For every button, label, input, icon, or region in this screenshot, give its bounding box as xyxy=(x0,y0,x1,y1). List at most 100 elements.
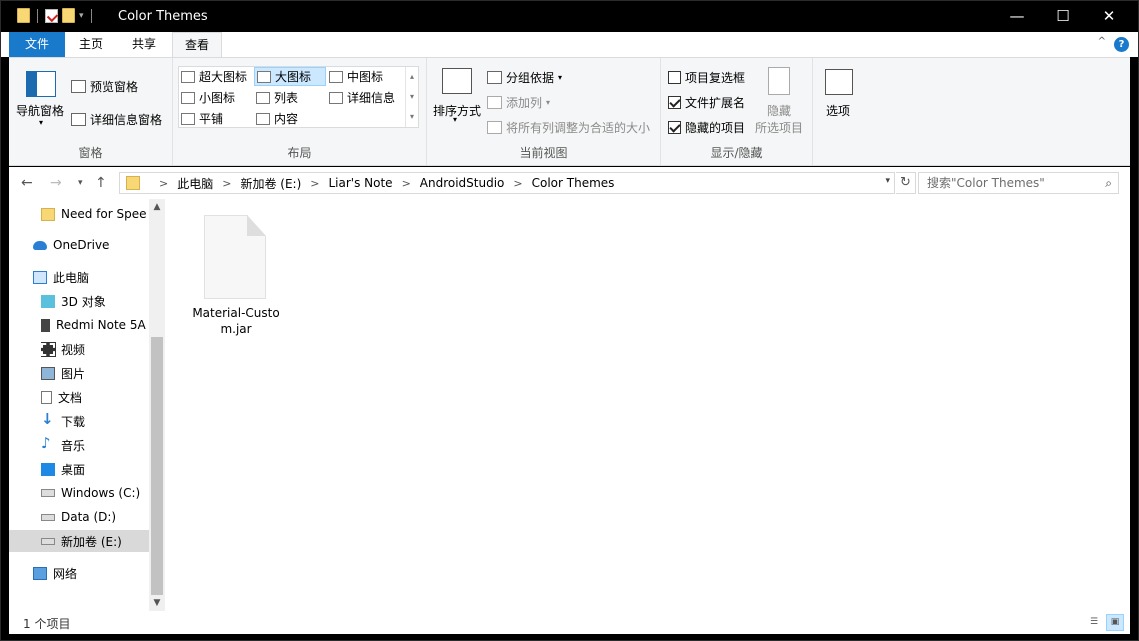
breadcrumb-item[interactable]: AndroidStudio xyxy=(420,176,505,190)
properties-icon[interactable] xyxy=(45,8,58,23)
extra-large-icons-option[interactable]: 超大图标 xyxy=(181,68,247,85)
chevron-right-icon[interactable]: > xyxy=(402,177,411,190)
file-list: Material-Custom.jar xyxy=(165,199,1130,611)
nav-item-music[interactable]: ♪ 音乐 xyxy=(41,434,149,456)
chevron-down-icon[interactable]: ▾ xyxy=(39,118,43,127)
hide-selected-label-1[interactable]: 隐藏 xyxy=(767,102,791,119)
file-extensions-toggle[interactable]: 文件扩展名 xyxy=(668,94,745,111)
desktop-icon xyxy=(41,462,55,476)
details-pane-button[interactable]: 详细信息窗格 xyxy=(71,111,162,128)
medium-icons-icon xyxy=(329,70,343,83)
tab-share[interactable]: 共享 xyxy=(123,32,165,57)
nav-item-onedrive[interactable]: OneDrive xyxy=(33,234,149,256)
navigation-pane-scrollbar[interactable]: ▲ ▼ xyxy=(149,199,165,611)
breadcrumb-item[interactable]: Liar's Note xyxy=(328,176,392,190)
onedrive-icon xyxy=(33,240,47,250)
search-placeholder: 搜索"Color Themes" xyxy=(927,176,1045,190)
breadcrumb-item[interactable]: 新加卷 (E:) xyxy=(240,175,301,192)
chevron-right-icon[interactable]: > xyxy=(513,177,522,190)
nav-item-new-volume-e[interactable]: 新加卷 (E:) xyxy=(9,530,149,552)
hidden-items-toggle[interactable]: 隐藏的项目 xyxy=(668,119,745,136)
breadcrumb-item[interactable]: 此电脑 xyxy=(177,175,213,192)
option-label: 大图标 xyxy=(275,70,312,84)
preview-pane-label: 预览窗格 xyxy=(90,80,139,94)
navigation-pane-button[interactable]: 导航窗格 xyxy=(16,102,64,119)
nav-item-pictures[interactable]: 图片 xyxy=(41,362,149,384)
scroll-up-icon[interactable]: ▲ xyxy=(149,202,165,212)
hide-selected-label-2[interactable]: 所选项目 xyxy=(755,119,803,136)
nav-item-need-for-speed[interactable]: Need for Spee xyxy=(41,203,149,225)
item-count: 1 个项目 xyxy=(23,617,71,631)
hide-selected-icon xyxy=(768,67,790,95)
customize-toolbar-icon[interactable]: ▾ xyxy=(79,11,84,21)
chevron-right-icon[interactable]: > xyxy=(222,177,231,190)
nav-item-videos[interactable]: 视频 xyxy=(41,338,149,360)
maximize-button[interactable]: ☐ xyxy=(1040,1,1086,32)
chevron-down-icon[interactable]: ▾ xyxy=(885,176,890,186)
preview-pane-button[interactable]: 预览窗格 xyxy=(71,78,138,95)
nav-item-documents[interactable]: 文档 xyxy=(41,386,149,408)
refresh-button[interactable]: ↻ xyxy=(896,172,916,194)
documents-icon xyxy=(41,390,52,404)
chevron-right-icon[interactable]: > xyxy=(310,177,319,190)
add-columns-label: 添加列 xyxy=(506,96,543,110)
layout-gallery-scroller[interactable]: ▴ ▾ ▾ xyxy=(405,67,418,127)
back-arrow-icon[interactable]: ← xyxy=(21,175,33,191)
details-option[interactable]: 详细信息 xyxy=(329,89,395,106)
help-icon[interactable]: ? xyxy=(1114,37,1129,52)
content-option[interactable]: 内容 xyxy=(256,110,298,127)
scrollbar-thumb[interactable] xyxy=(151,337,163,595)
options-icon xyxy=(825,69,853,95)
nav-item-network[interactable]: 网络 xyxy=(33,562,149,584)
nav-item-desktop[interactable]: 桌面 xyxy=(41,458,149,480)
file-item[interactable]: Material-Custom.jar xyxy=(187,213,285,343)
list-option[interactable]: 列表 xyxy=(256,89,298,106)
tiles-option[interactable]: 平铺 xyxy=(181,110,223,127)
tab-home[interactable]: 主页 xyxy=(71,32,111,57)
nav-item-label: 音乐 xyxy=(61,438,86,453)
up-arrow-icon[interactable]: ↑ xyxy=(95,175,107,191)
minimize-button[interactable]: — xyxy=(994,1,1040,32)
nav-item-this-pc[interactable]: 此电脑 xyxy=(33,266,149,288)
nav-item-redmi-note[interactable]: Redmi Note 5A xyxy=(41,314,149,336)
tab-file[interactable]: 文件 xyxy=(9,32,65,57)
scroll-down-icon[interactable]: ▼ xyxy=(149,598,165,608)
add-columns-button[interactable]: 添加列 ▾ xyxy=(487,94,550,111)
download-icon: ↓ xyxy=(41,410,54,428)
chevron-down-icon[interactable]: ▾ xyxy=(453,115,457,124)
forward-arrow-icon[interactable]: → xyxy=(50,175,62,191)
close-button[interactable]: ✕ xyxy=(1086,1,1132,32)
extra-large-icons-icon xyxy=(181,70,195,83)
medium-icons-option[interactable]: 中图标 xyxy=(329,68,383,85)
option-label: 超大图标 xyxy=(199,70,248,84)
group-by-button[interactable]: 分组依据 ▾ xyxy=(487,69,562,86)
nav-item-data-d[interactable]: Data (D:) xyxy=(41,506,149,528)
nav-item-downloads[interactable]: ↓ 下载 xyxy=(41,410,149,432)
nav-item-windows-c[interactable]: Windows (C:) xyxy=(41,482,149,504)
item-checkboxes-toggle[interactable]: 项目复选框 xyxy=(668,69,745,86)
breadcrumb-item[interactable]: Color Themes xyxy=(532,176,615,190)
options-button[interactable]: 选项 xyxy=(826,102,850,119)
small-icons-option[interactable]: 小图标 xyxy=(181,89,235,106)
content-icon xyxy=(256,112,270,125)
nav-item-3d-objects[interactable]: 3D 对象 xyxy=(41,290,149,312)
breadcrumb[interactable]: > 此电脑 > 新加卷 (E:) > Liar's Note > Android… xyxy=(119,172,895,194)
layout-group: 超大图标 大图标 中图标 小图标 列表 详细信息 平铺 内容 ▴ ▾ ▾ 布局 xyxy=(173,58,427,165)
chevron-right-icon[interactable]: > xyxy=(159,177,168,190)
windows-drive-icon xyxy=(41,489,55,497)
size-columns-label: 将所有列调整为合适的大小 xyxy=(506,121,651,135)
search-input[interactable]: 搜索"Color Themes" ⌕ xyxy=(918,172,1119,194)
details-view-button[interactable]: ☰ xyxy=(1085,614,1103,631)
recent-locations-icon[interactable]: ▾ xyxy=(78,178,83,188)
large-icons-view-button[interactable]: ▣ xyxy=(1106,614,1124,631)
large-icons-option[interactable]: 大图标 xyxy=(254,67,327,86)
new-folder-icon[interactable] xyxy=(62,8,75,23)
nav-item-label: 新加卷 (E:) xyxy=(61,534,122,549)
size-all-columns-button[interactable]: 将所有列调整为合适的大小 xyxy=(487,119,650,136)
chevron-up-icon[interactable]: ^ xyxy=(1098,36,1106,47)
details-view-icon: ☰ xyxy=(1089,617,1099,627)
checkbox-icon xyxy=(668,71,681,84)
tab-view[interactable]: 查看 xyxy=(172,32,222,58)
group-by-label: 分组依据 xyxy=(506,71,555,85)
sort-by-icon xyxy=(442,68,472,94)
